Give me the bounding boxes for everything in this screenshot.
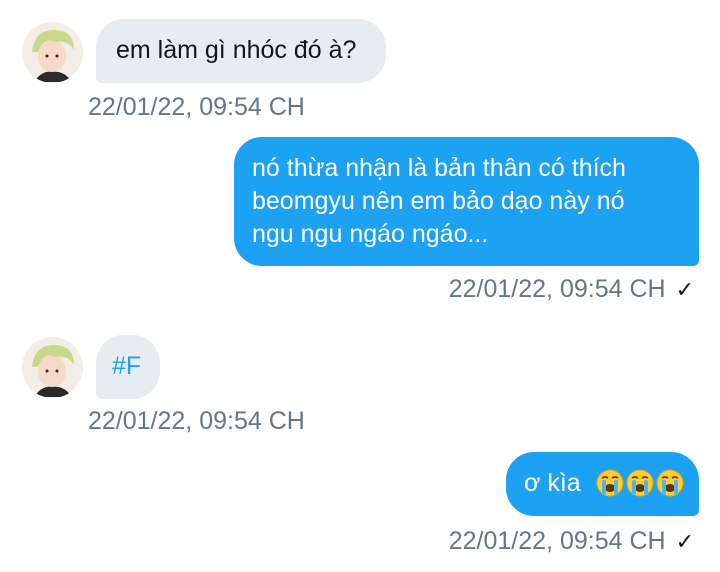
message-bubble-outgoing[interactable]: nó thừa nhận là bản thân có thích beomgy… xyxy=(234,137,699,266)
read-receipt-icon: ✓ xyxy=(675,529,694,554)
hashtag-link[interactable]: #F xyxy=(112,352,141,380)
message-text: ơ kìa xyxy=(524,469,581,497)
read-receipt-icon: ✓ xyxy=(675,277,694,302)
message-timestamp: 22/01/22, 09:54 CH xyxy=(88,93,305,121)
message-bubble-outgoing[interactable]: ơ kìa xyxy=(506,452,699,516)
avatar[interactable] xyxy=(22,22,83,83)
loudly-crying-face-icon xyxy=(626,469,654,497)
message-text-line: ngu ngu ngáo ngáo... xyxy=(252,220,489,248)
loudly-crying-face-icon xyxy=(596,469,624,497)
message-bubble-incoming[interactable]: em làm gì nhóc đó à? xyxy=(96,19,386,83)
message-text: em làm gì nhóc đó à? xyxy=(116,36,357,64)
message-timestamp: 22/01/22, 09:54 CH ✓ xyxy=(448,275,694,303)
avatar-image xyxy=(22,22,83,83)
message-bubble-incoming[interactable]: #F xyxy=(96,335,160,399)
avatar[interactable] xyxy=(22,337,83,398)
message-text-line: beomgyu nên em bảo dạo này nó xyxy=(252,187,625,215)
avatar-image xyxy=(22,337,83,398)
message-timestamp: 22/01/22, 09:54 CH ✓ xyxy=(448,527,694,555)
message-text-line: nó thừa nhận là bản thân có thích xyxy=(252,154,626,182)
loudly-crying-face-icon xyxy=(656,469,684,497)
message-timestamp: 22/01/22, 09:54 CH xyxy=(88,407,305,435)
